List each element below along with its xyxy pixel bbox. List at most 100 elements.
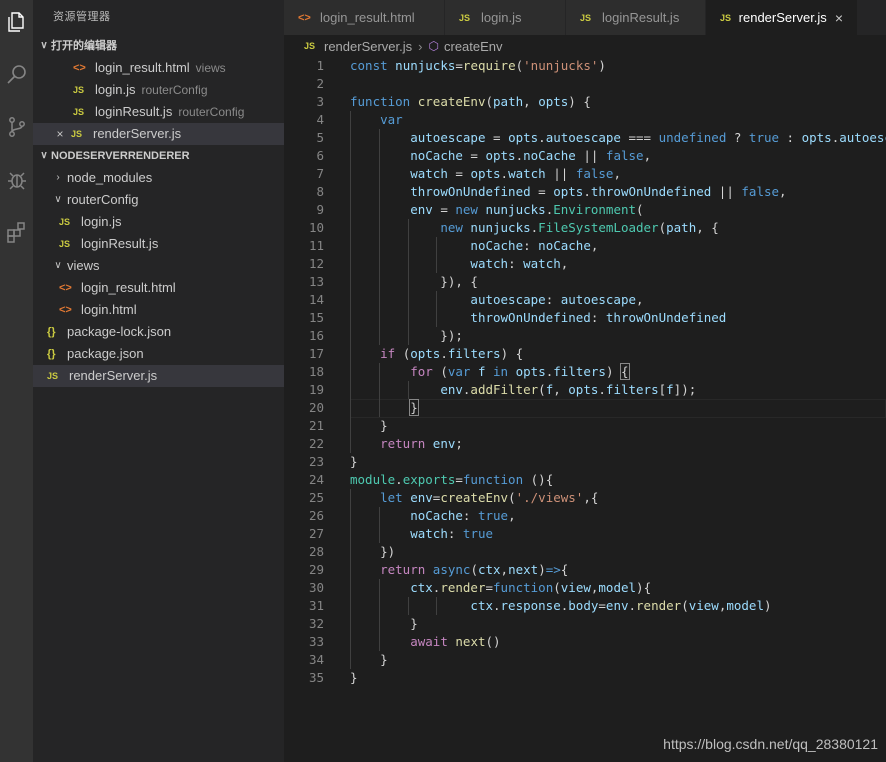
close-icon[interactable]: × — [835, 10, 843, 26]
code-token: : — [590, 310, 606, 325]
tree-item-label: loginResult.js — [81, 236, 159, 251]
code-line[interactable]: 33 await next() — [284, 633, 886, 651]
tab-login-result-html[interactable]: <> login_result.html — [284, 0, 445, 35]
code-text: noCache: noCache, — [350, 237, 598, 255]
code-token: 'nunjucks' — [523, 58, 599, 73]
code-line[interactable]: 16 }); — [284, 327, 886, 345]
debug-icon[interactable] — [0, 160, 33, 200]
code-line[interactable]: 34 } — [284, 651, 886, 669]
tree-folder[interactable]: › node_modules — [33, 167, 284, 189]
code-token: ) { — [500, 346, 524, 361]
code-line[interactable]: 5 autoescape = opts.autoescape === undef… — [284, 129, 886, 147]
tree-folder[interactable]: ∨ views — [33, 255, 284, 277]
breadcrumb-symbol[interactable]: createEnv — [444, 39, 503, 54]
code-line[interactable]: 22 return env; — [284, 435, 886, 453]
tab-loginresult-js[interactable]: JS loginResult.js — [566, 0, 706, 35]
code-line[interactable]: 30 ctx.render=function(view,model){ — [284, 579, 886, 597]
code-text: } — [350, 669, 358, 687]
code-token: path — [493, 94, 524, 109]
code-token: throwOnUndefined — [410, 184, 531, 199]
code-token: watch — [470, 256, 509, 271]
code-line[interactable]: 2 — [284, 75, 886, 93]
code-line[interactable]: 4 var — [284, 111, 886, 129]
tree-file[interactable]: JS loginResult.js — [33, 233, 284, 255]
code-token: || — [711, 184, 742, 199]
code-token: ( — [538, 382, 546, 397]
js-file-icon: JS — [580, 12, 592, 23]
code-line[interactable]: 17 if (opts.filters) { — [284, 345, 886, 363]
breadcrumb-file[interactable]: renderServer.js — [324, 39, 412, 54]
open-editor-item[interactable]: <> login_result.html views — [33, 57, 284, 79]
code-text: let env=createEnv('./views',{ — [350, 489, 598, 507]
source-control-icon[interactable] — [0, 107, 33, 147]
project-header[interactable]: ∨ NODESERVERRENDERER — [33, 145, 284, 167]
extensions-icon[interactable] — [0, 212, 33, 252]
line-number: 30 — [308, 580, 324, 595]
code-line[interactable]: 12 watch: watch, — [284, 255, 886, 273]
code-line[interactable]: 10 new nunjucks.FileSystemLoader(path, { — [284, 219, 886, 237]
code-token: response — [500, 598, 561, 613]
code-line[interactable]: 24 module.exports=function (){ — [284, 471, 886, 489]
code-line[interactable]: 3 function createEnv(path, opts) { — [284, 93, 886, 111]
explorer-title: 资源管理器 — [53, 11, 111, 23]
tree-file-selected[interactable]: JS renderServer.js — [33, 365, 284, 387]
tree-file[interactable]: {} package.json — [33, 343, 284, 365]
code-text: }), { — [350, 273, 478, 291]
code-line[interactable]: 1 const nunjucks=require('nunjucks') — [284, 57, 886, 75]
open-editor-item-active[interactable]: × JS renderServer.js — [33, 123, 284, 145]
code-token: createEnv — [440, 490, 509, 505]
tree-file[interactable]: <> login.html — [33, 299, 284, 321]
code-line[interactable]: 6 noCache = opts.noCache || false, — [284, 147, 886, 165]
tree-folder[interactable]: ∨ routerConfig — [33, 189, 284, 211]
code-line[interactable]: 32 } — [284, 615, 886, 633]
code-text: } — [350, 417, 388, 435]
code-line[interactable]: 11 noCache: noCache, — [284, 237, 886, 255]
code-line[interactable]: 29 return async(ctx,next)=>{ — [284, 561, 886, 579]
close-icon[interactable]: × — [53, 123, 67, 145]
code-line[interactable]: 27 watch: true — [284, 525, 886, 543]
code-line[interactable]: 23} — [284, 453, 886, 471]
tree-file[interactable]: {} package-lock.json — [33, 321, 284, 343]
code-token: , — [500, 562, 509, 577]
code-token: ]); — [673, 382, 697, 397]
code-token: . — [493, 598, 501, 613]
code-line[interactable]: 7 watch = opts.watch || false, — [284, 165, 886, 183]
code-line[interactable]: 21 } — [284, 417, 886, 435]
tab-login-js[interactable]: JS login.js — [445, 0, 566, 35]
code-line[interactable]: 14 autoescape: autoescape, — [284, 291, 886, 309]
code-text: await next() — [350, 633, 500, 651]
code-line[interactable]: 31 ctx.response.body=env.render(view,mod… — [284, 597, 886, 615]
code-token: next — [455, 634, 486, 649]
code-line[interactable]: 26 noCache: true, — [284, 507, 886, 525]
open-editor-item[interactable]: JS loginResult.js routerConfig — [33, 101, 284, 123]
code-line[interactable]: 8 throwOnUndefined = opts.throwOnUndefin… — [284, 183, 886, 201]
code-line[interactable]: 19 env.addFilter(f, opts.filters[f]); — [284, 381, 886, 399]
search-icon[interactable] — [0, 55, 33, 95]
code-line[interactable]: 28 }) — [284, 543, 886, 561]
code-text: new nunjucks.FileSystemLoader(path, { — [350, 219, 719, 237]
code-token: noCache — [410, 148, 463, 163]
code-text: watch: watch, — [350, 255, 568, 273]
code-line[interactable]: 9 env = new nunjucks.Environment( — [284, 201, 886, 219]
files-icon[interactable] — [0, 2, 33, 42]
code-line[interactable]: 25 let env=createEnv('./views',{ — [284, 489, 886, 507]
code-editor[interactable]: 1 const nunjucks=require('nunjucks') 2 3 fun… — [284, 57, 886, 762]
tree-file[interactable]: JS login.js — [33, 211, 284, 233]
tab-renderserver-js[interactable]: JS renderServer.js × — [706, 0, 858, 35]
open-editor-item[interactable]: JS login.js routerConfig — [33, 79, 284, 101]
tree-file[interactable]: <> login_result.html — [33, 277, 284, 299]
open-editors-header[interactable]: ∨ 打开的编辑器 — [33, 35, 284, 57]
code-token: addFilter — [470, 382, 539, 397]
code-line[interactable]: 18 for (var f in opts.filters) { — [284, 363, 886, 381]
code-line[interactable]: 15 throwOnUndefined: throwOnUndefined — [284, 309, 886, 327]
code-token: function — [462, 472, 524, 487]
code-line[interactable]: 20 } — [284, 399, 886, 418]
code-token: . — [628, 598, 637, 613]
chevron-down-icon: ∨ — [40, 40, 48, 51]
code-line[interactable]: 35} — [284, 669, 886, 687]
code-line[interactable]: 13 }), { — [284, 273, 886, 291]
